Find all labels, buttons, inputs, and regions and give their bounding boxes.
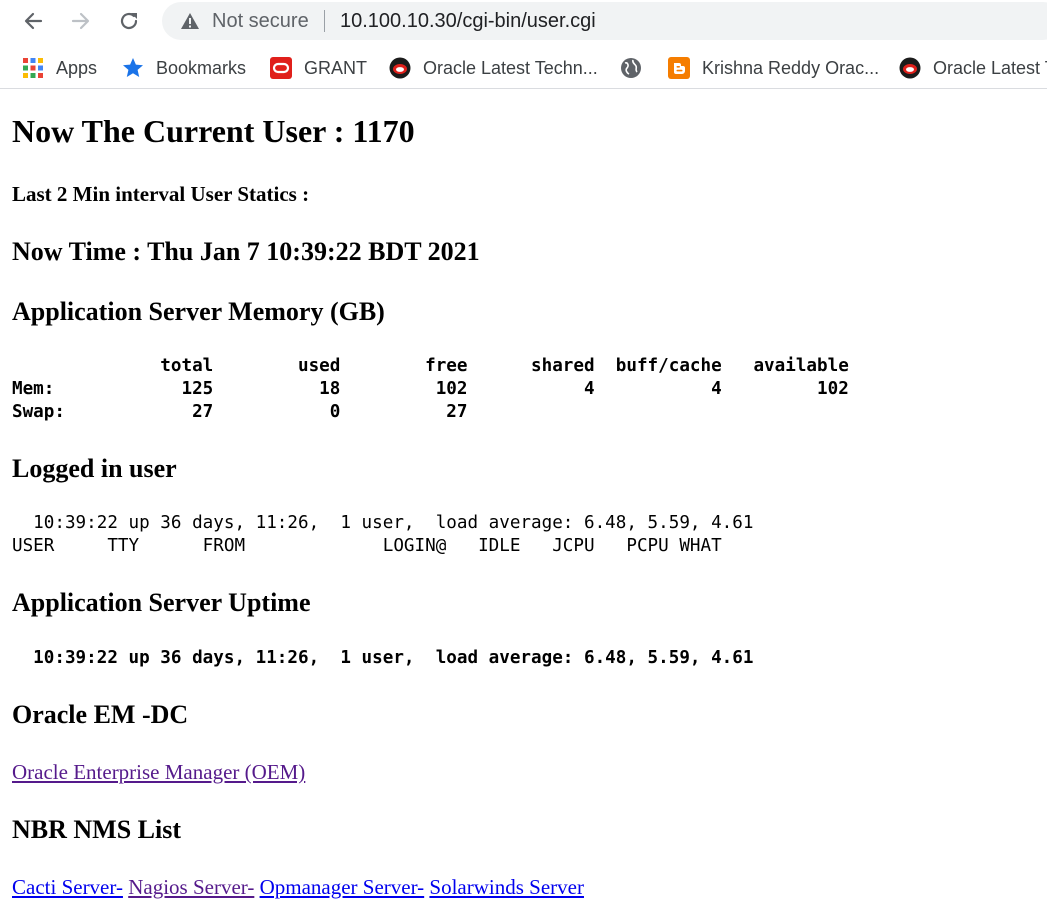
- interval-heading: Last 2 Min interval User Statics :: [12, 182, 310, 206]
- warning-triangle-icon[interactable]: [180, 12, 200, 30]
- cacti-server-link[interactable]: Cacti Server-: [12, 875, 123, 899]
- current-user-heading: Now The Current User : 1170: [12, 113, 415, 149]
- bookmarks-bar: Apps Bookmarks GRANT Oracle Latest Techn…: [0, 48, 1047, 89]
- arrow-right-icon: [71, 12, 90, 30]
- bookmark-apps[interactable]: Apps: [22, 56, 97, 80]
- memory-table: total used free shared buff/cache availa…: [12, 356, 849, 422]
- forward-button[interactable]: [66, 6, 96, 36]
- bookmark-krishna-reddy[interactable]: Krishna Reddy Orac...: [668, 56, 879, 80]
- oracle-mask-icon: [899, 57, 921, 79]
- bookmark-grant[interactable]: GRANT: [270, 56, 367, 80]
- apps-grid-icon: [23, 58, 43, 78]
- oem-link-row: Oracle Enterprise Manager (OEM): [12, 760, 305, 784]
- bookmark-label: Oracle Latest T: [933, 58, 1047, 78]
- now-time-heading: Now Time : Thu Jan 7 10:39:22 BDT 2021: [12, 237, 480, 266]
- url-text[interactable]: 10.100.10.30/cgi-bin/user.cgi: [340, 10, 596, 32]
- uptime-heading: Application Server Uptime: [12, 588, 311, 617]
- bookmark-oracle-latest-tech[interactable]: Oracle Latest Techn...: [389, 56, 598, 80]
- address-separator: [324, 10, 325, 32]
- arrow-left-icon: [24, 12, 43, 30]
- bookmark-label: GRANT: [304, 58, 367, 78]
- oem-link[interactable]: Oracle Enterprise Manager (OEM): [12, 760, 305, 784]
- not-secure-label[interactable]: Not secure: [212, 10, 309, 32]
- reload-icon: [120, 12, 138, 30]
- back-button[interactable]: [18, 6, 48, 36]
- bookmark-label: Apps: [56, 58, 98, 78]
- star-icon: [123, 58, 143, 77]
- logged-in-user-heading: Logged in user: [12, 454, 177, 483]
- nms-links-row: Cacti Server- Nagios Server- Opmanager S…: [12, 875, 584, 899]
- blogger-icon: [668, 57, 690, 79]
- solarwinds-server-link[interactable]: Solarwinds Server: [429, 875, 584, 899]
- bookmark-oracle-latest-t[interactable]: Oracle Latest T: [899, 56, 1047, 80]
- opmanager-server-link[interactable]: Opmanager Server-: [260, 875, 425, 899]
- bookmark-label: Oracle Latest Techn...: [423, 58, 598, 78]
- browser-toolbar: Not secure 10.100.10.30/cgi-bin/user.cgi: [0, 0, 1047, 44]
- uptime-output: 10:39:22 up 36 days, 11:26, 1 user, load…: [12, 648, 754, 668]
- nagios-server-link[interactable]: Nagios Server-: [128, 875, 254, 899]
- oracle-icon: [270, 57, 292, 79]
- bookmark-globe[interactable]: [620, 56, 654, 80]
- bookmark-label: Bookmarks: [156, 58, 247, 78]
- address-bar[interactable]: Not secure 10.100.10.30/cgi-bin/user.cgi: [162, 2, 1047, 40]
- oracle-mask-icon: [389, 57, 411, 79]
- logged-in-user-output: 10:39:22 up 36 days, 11:26, 1 user, load…: [12, 513, 754, 556]
- bookmark-bookmarks[interactable]: Bookmarks: [122, 56, 246, 80]
- oracle-em-heading: Oracle EM -DC: [12, 700, 189, 729]
- bookmark-label: Krishna Reddy Orac...: [702, 58, 880, 78]
- nms-list-heading: NBR NMS List: [12, 815, 182, 844]
- memory-heading: Application Server Memory (GB): [12, 297, 385, 326]
- globe-icon: [621, 58, 641, 78]
- reload-button[interactable]: [114, 6, 144, 36]
